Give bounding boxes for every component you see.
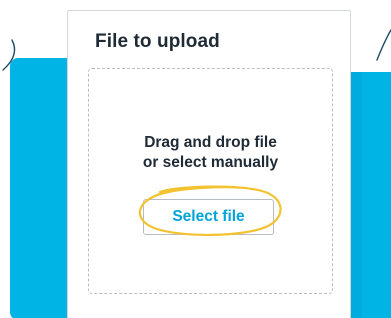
background-panel-left	[10, 58, 70, 318]
dropzone-instructions-line2: or select manually	[142, 154, 279, 171]
dropzone-instructions: Drag and drop file or select manually	[89, 133, 332, 173]
file-dropzone[interactable]: Drag and drop file or select manually Se…	[88, 68, 333, 294]
card-shadow	[350, 72, 362, 318]
select-file-button[interactable]: Select file	[143, 199, 274, 235]
upload-card: File to upload Drag and drop file or sel…	[67, 10, 351, 318]
upload-card-title: File to upload	[95, 31, 220, 52]
dropzone-instructions-line1: Drag and drop file	[144, 134, 277, 151]
upload-illustration: File to upload Drag and drop file or sel…	[0, 0, 391, 318]
